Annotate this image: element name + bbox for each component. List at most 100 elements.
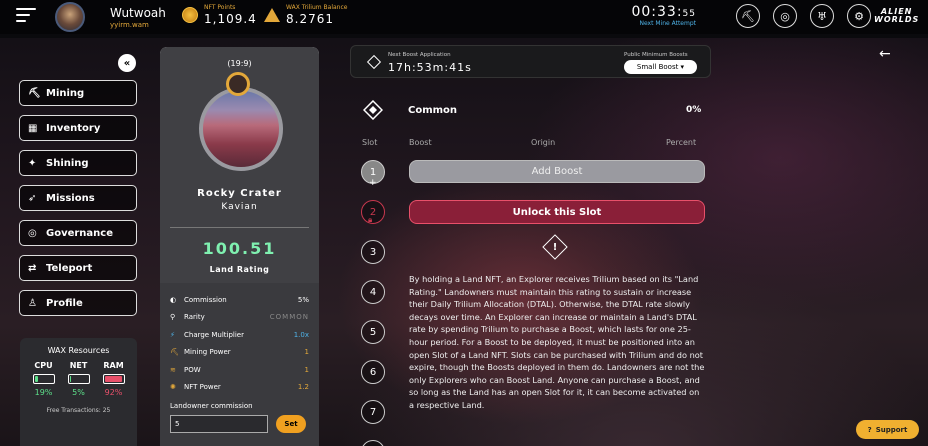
target-icon[interactable]: ◎: [773, 4, 797, 28]
col-origin: Origin: [531, 138, 556, 147]
nft-power-icon: ✺: [170, 383, 176, 392]
common-tier-icon: [363, 100, 383, 120]
nft-points: NFT Points 1,109.4: [182, 4, 257, 26]
pow-icon: ≋: [170, 365, 176, 374]
collapse-sidebar-button[interactable]: «: [118, 54, 136, 72]
plus-icon: +: [369, 178, 377, 188]
rarity-icon: ⚲: [170, 313, 176, 322]
resource-ram: RAM 92%: [102, 361, 125, 397]
profile-icon: ♙: [28, 297, 37, 309]
prop-charge-multiplier: ⚡ Charge Multiplier 1.0x: [170, 330, 309, 339]
resource-cpu: CPU 19%: [32, 361, 55, 397]
nft-points-value: 1,109.4: [204, 12, 257, 26]
next-boost-label: Next Boost Application: [388, 52, 451, 58]
trilium-icon: [264, 8, 280, 22]
hamburger-menu-icon[interactable]: [16, 8, 36, 24]
land-card: (19:9) Rocky Crater Kavian 100.51 Land R…: [160, 47, 319, 446]
slot-2[interactable]: 2: [361, 200, 385, 224]
back-arrow-icon[interactable]: ←: [879, 46, 891, 62]
support-button[interactable]: ? Support: [856, 420, 919, 439]
mine-timer: 00:33:55 Next Mine Attempt: [631, 4, 696, 27]
boost-header: Next Boost Application 17h:53m:41s Publi…: [350, 45, 711, 78]
sidebar-item-teleport[interactable]: ⇄ Teleport: [19, 255, 137, 281]
boost-icon: [366, 54, 382, 70]
governance-icon: ◎: [28, 227, 37, 239]
boost-description: By holding a Land NFT, an Explorer recei…: [409, 274, 705, 410]
resource-net: NET 5%: [65, 361, 93, 397]
unlock-slot-button[interactable]: Unlock this Slot: [409, 200, 705, 224]
sidebar-item-profile[interactable]: ♙ Profile: [19, 290, 137, 316]
sidebar-item-label: Profile: [46, 297, 83, 309]
avatar[interactable]: [55, 2, 85, 32]
add-boost-button[interactable]: Add Boost: [409, 160, 705, 183]
wallet-name: yyirm.wam: [110, 21, 149, 29]
cpu-bar: [32, 374, 55, 384]
slot-6[interactable]: 6: [361, 360, 385, 384]
rocket-icon: ➶: [28, 192, 37, 204]
col-percent: Percent: [666, 138, 697, 147]
prop-mining-power: ⛏ Mining Power 1: [170, 348, 309, 357]
prop-pow: ≋ POW 1: [170, 365, 309, 374]
min-boost-label: Public Minimum Boosts: [624, 52, 688, 58]
next-boost-timer: 17h:53m:41s: [388, 61, 472, 74]
alien-worlds-logo[interactable]: ALIEN WORLDS: [874, 8, 919, 24]
tier-percent: 0%: [686, 105, 702, 115]
lock-icon: 🔒︎: [368, 215, 373, 224]
trilium-label: WAX Trilium Balance: [286, 4, 348, 11]
teleport-icon: ⇄: [28, 262, 37, 274]
username: Wutwoah: [110, 6, 166, 20]
land-name: Rocky Crater: [197, 188, 282, 199]
sidebar-item-governance[interactable]: ◎ Governance: [19, 220, 137, 246]
help-icon: ?: [867, 425, 872, 434]
slot-3[interactable]: 3: [361, 240, 385, 264]
shining-icon: ✦: [28, 157, 37, 169]
sidebar-item-label: Inventory: [46, 122, 101, 134]
settings-icon[interactable]: ⚙: [847, 4, 871, 28]
land-properties: ◐ Commission 5% ⚲ Rarity COMMON ⚡ Charge Mult…: [160, 283, 319, 446]
sidebar-item-label: Governance: [46, 227, 114, 239]
land-image: [199, 87, 283, 171]
nft-points-icon: [182, 7, 198, 23]
nft-points-label: NFT Points: [204, 4, 236, 11]
prop-commission: ◐ Commission 5%: [170, 295, 309, 304]
col-slot: Slot: [362, 138, 378, 147]
min-boost-select[interactable]: Small Boost ▾: [624, 60, 697, 74]
sidebar-item-label: Missions: [46, 192, 95, 204]
free-transactions: Free Transactions: 25: [46, 407, 111, 414]
sidebar-item-mining[interactable]: ⛏ Mining: [19, 80, 137, 106]
wax-resources-panel: WAX Resources CPU 19% NET 5% RAM 92% Fre…: [20, 338, 137, 446]
sidebar-item-shining[interactable]: ✦ Shining: [19, 150, 137, 176]
trilium-value: 8.2761: [286, 12, 334, 26]
shield-icon[interactable]: ♅: [810, 4, 834, 28]
top-bar: Wutwoah yyirm.wam NFT Points 1,109.4 WAX…: [0, 0, 928, 34]
top-icon-group: ⛏ ◎ ♅ ⚙: [736, 4, 884, 28]
set-commission-button[interactable]: Set: [276, 415, 306, 433]
charge-icon: ⚡: [170, 330, 175, 339]
mining-power-icon: ⛏: [170, 348, 179, 357]
col-boost: Boost: [409, 138, 432, 147]
inventory-icon: ▦: [28, 122, 38, 134]
sidebar-item-label: Mining: [46, 87, 85, 99]
land-coordinates: (19:9): [227, 59, 252, 68]
sidebar-item-label: Shining: [46, 157, 89, 169]
slot-7[interactable]: 7: [361, 400, 385, 424]
land-rating: 100.51: [202, 239, 277, 258]
sidebar-item-label: Teleport: [46, 262, 93, 274]
sidebar-nav: ⛏ Mining ▦ Inventory ✦ Shining ➶ Missions ◎ G…: [19, 80, 137, 325]
timer-seconds: 55: [682, 9, 696, 19]
prop-rarity: ⚲ Rarity COMMON: [170, 313, 309, 322]
land-planet: Kavian: [221, 202, 258, 212]
sidebar-item-inventory[interactable]: ▦ Inventory: [19, 115, 137, 141]
commission-icon: ◐: [170, 295, 177, 304]
land-rating-label: Land Rating: [209, 265, 270, 274]
trilium-balance: WAX Trilium Balance 8.2761: [264, 4, 347, 26]
slot-4[interactable]: 4: [361, 280, 385, 304]
land-owner-avatar: [226, 72, 250, 96]
tier-name: Common: [408, 105, 458, 116]
net-bar: [67, 374, 90, 384]
sidebar-item-missions[interactable]: ➶ Missions: [19, 185, 137, 211]
slot-5[interactable]: 5: [361, 320, 385, 344]
commission-input[interactable]: 5: [170, 415, 268, 433]
timer-label: Next Mine Attempt: [639, 20, 696, 27]
pickaxe-icon[interactable]: ⛏: [736, 4, 760, 28]
